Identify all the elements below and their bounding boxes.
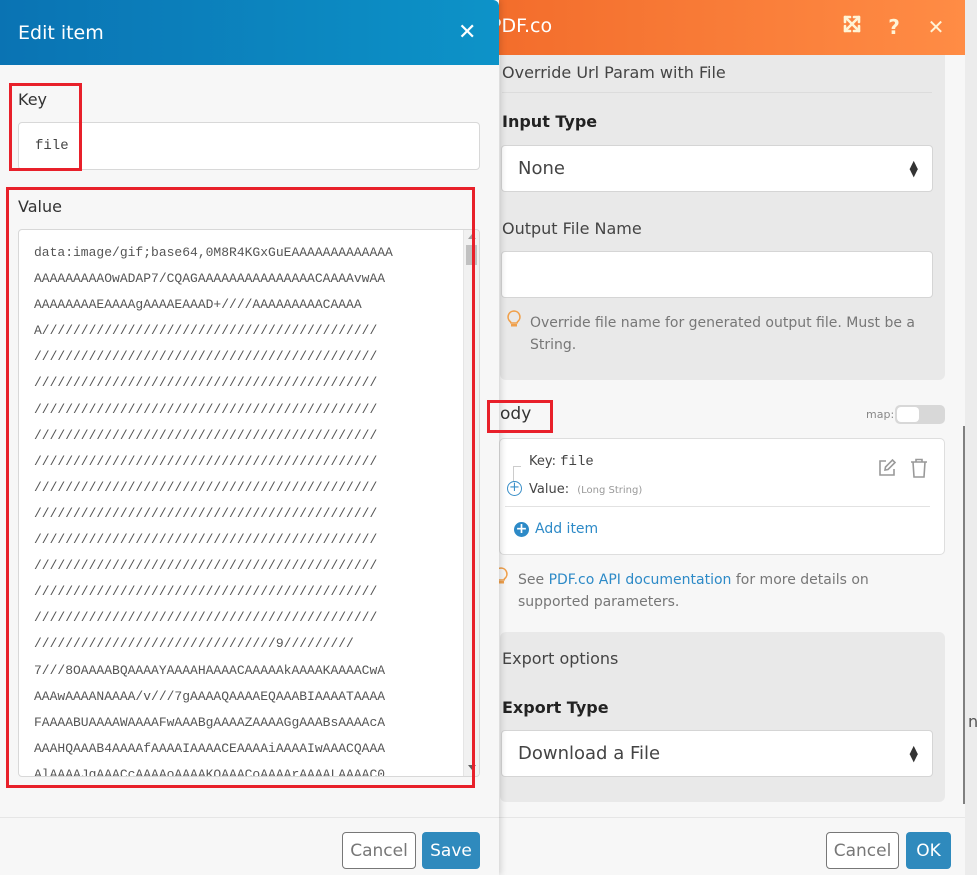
value-text-line: ////////////////////////////////////////… bbox=[34, 610, 378, 626]
panel-title: PDF.co bbox=[490, 15, 553, 37]
input-type-select[interactable]: None ▲ ▼ bbox=[501, 145, 933, 192]
value-text-line: ////////////////////////////////////////… bbox=[34, 349, 378, 365]
panel-cancel-button[interactable]: Cancel bbox=[826, 832, 899, 869]
key-input[interactable]: file bbox=[18, 122, 480, 170]
value-text-line: ////////////////////////////////////////… bbox=[34, 453, 378, 469]
value-text-line: AAAwAAAANAAAA/v///7gAAAAQAAAAEQAAABIAAAA… bbox=[34, 688, 386, 704]
add-plus-icon: + bbox=[514, 520, 529, 537]
output-file-name-hint: Override file name for generated output … bbox=[530, 315, 915, 353]
body-label: ody bbox=[500, 404, 532, 424]
edit-icon[interactable] bbox=[877, 458, 897, 478]
scroll-thumb[interactable] bbox=[466, 245, 477, 265]
value-text: data:image/gif;base64,0M8R4KGxGuEAAAAAAA… bbox=[34, 240, 454, 777]
value-text-line: AAAAAAAAAOwADAP7/CQAGAAAAAAAAAAAAAAACAAA… bbox=[34, 271, 386, 287]
value-text-line: A///////////////////////////////////////… bbox=[34, 323, 378, 339]
docs-hint-prefix: See bbox=[518, 572, 549, 588]
value-type: (Long String) bbox=[577, 485, 643, 496]
select-arrows-icon: ▲ ▼ bbox=[909, 157, 918, 179]
docs-hint: See PDF.co API documentation for more de… bbox=[518, 569, 938, 613]
value-textarea[interactable]: data:image/gif;base64,0M8R4KGxGuEAAAAAAA… bbox=[18, 229, 480, 777]
modal-title: Edit item bbox=[18, 22, 104, 44]
toggle-knob bbox=[897, 407, 919, 422]
export-type-select[interactable]: Download a File ▲ ▼ bbox=[501, 730, 933, 777]
modal-save-button[interactable]: Save bbox=[422, 832, 480, 869]
panel-header: PDF.co ? ✕ bbox=[470, 0, 965, 55]
add-item-button[interactable]: + Add item bbox=[514, 521, 598, 537]
textarea-scrollbar[interactable] bbox=[463, 230, 479, 776]
output-file-name-label: Output File Name bbox=[502, 219, 642, 238]
body-item-value: Value: (Long String) bbox=[529, 482, 642, 497]
value-text-line: AAAHQAAAB4AAAAfAAAAIAAAACEAAAAiAAAAIwAAA… bbox=[34, 740, 386, 756]
key-value: file bbox=[560, 454, 594, 470]
export-type-selected-value: Download a File bbox=[518, 743, 661, 764]
close-icon[interactable]: ✕ bbox=[458, 20, 476, 45]
value-text-line: ////////////////////////////////////////… bbox=[34, 505, 378, 521]
modal-cancel-button[interactable]: Cancel bbox=[342, 832, 416, 869]
export-options-label: Export options bbox=[502, 649, 619, 668]
scroll-down-icon[interactable] bbox=[468, 765, 476, 770]
value-label: Value: bbox=[529, 482, 570, 497]
close-icon[interactable]: ✕ bbox=[925, 15, 947, 39]
edit-item-modal: Edit item ✕ Key file Value data:image/gi… bbox=[0, 0, 499, 875]
footer-divider bbox=[0, 817, 499, 818]
expand-plus-icon[interactable]: + bbox=[507, 481, 522, 496]
value-text-line: AlAAAAJgAAACcAAAAoAAAAKQAAACoAAAArAAAALA… bbox=[34, 766, 386, 777]
value-text-line: ////////////////////////////////////////… bbox=[34, 401, 378, 417]
panel-header-actions: ? ✕ bbox=[841, 14, 947, 39]
body-item-key: Key: file bbox=[529, 454, 594, 470]
canvas-edge: ng bbox=[965, 0, 977, 875]
help-icon[interactable]: ? bbox=[883, 15, 905, 39]
value-text-line: 7///8OAAAABQAAAAYAAAAHAAAACAAAAAkAAAAKAA… bbox=[34, 662, 386, 678]
override-url-param-label: Override Url Param with File bbox=[502, 63, 726, 82]
value-field-label: Value bbox=[18, 197, 62, 216]
output-file-name-input[interactable] bbox=[501, 251, 933, 298]
key-field-label: Key bbox=[18, 90, 48, 109]
value-text-line: ////////////////////////////////////////… bbox=[34, 584, 378, 600]
select-arrows-icon: ▲ ▼ bbox=[909, 742, 918, 764]
value-text-line: AAAAAAAAEAAAAgAAAAEAAAD+////AAAAAAAAACAA… bbox=[34, 297, 362, 313]
canvas-edge-text: ng bbox=[968, 712, 977, 731]
value-text-line: ////////////////////////////////////////… bbox=[34, 427, 378, 443]
add-item-label: Add item bbox=[535, 521, 599, 537]
divider bbox=[502, 92, 932, 93]
panel-ok-button[interactable]: OK bbox=[906, 832, 951, 869]
divider bbox=[505, 506, 930, 507]
value-text-line: ////////////////////////////////////////… bbox=[34, 479, 378, 495]
key-label: Key: bbox=[529, 454, 557, 469]
value-text-line: ///////////////////////////////9////////… bbox=[34, 636, 354, 652]
value-text-line: ////////////////////////////////////////… bbox=[34, 558, 378, 574]
footer-divider bbox=[470, 817, 965, 818]
modal-header: Edit item ✕ bbox=[0, 0, 499, 65]
input-type-label: Input Type bbox=[502, 112, 598, 131]
map-toggle[interactable] bbox=[895, 405, 945, 424]
lightbulb-icon bbox=[507, 310, 521, 332]
map-label: map: bbox=[866, 408, 895, 421]
api-docs-link[interactable]: PDF.co API documentation bbox=[549, 572, 732, 588]
export-type-label: Export Type bbox=[502, 698, 609, 717]
value-text-line: ////////////////////////////////////////… bbox=[34, 532, 378, 548]
expand-icon[interactable] bbox=[841, 14, 863, 39]
value-text-line: FAAAABUAAAAWAAAAFwAAABgAAAAZAAAAGgAAABsA… bbox=[34, 714, 386, 730]
input-type-selected-value: None bbox=[518, 158, 565, 179]
value-text-line: data:image/gif;base64,0M8R4KGxGuEAAAAAAA… bbox=[34, 245, 393, 260]
scroll-up-icon[interactable] bbox=[468, 234, 476, 239]
value-text-line: ////////////////////////////////////////… bbox=[34, 375, 378, 391]
trash-icon[interactable] bbox=[910, 458, 928, 478]
